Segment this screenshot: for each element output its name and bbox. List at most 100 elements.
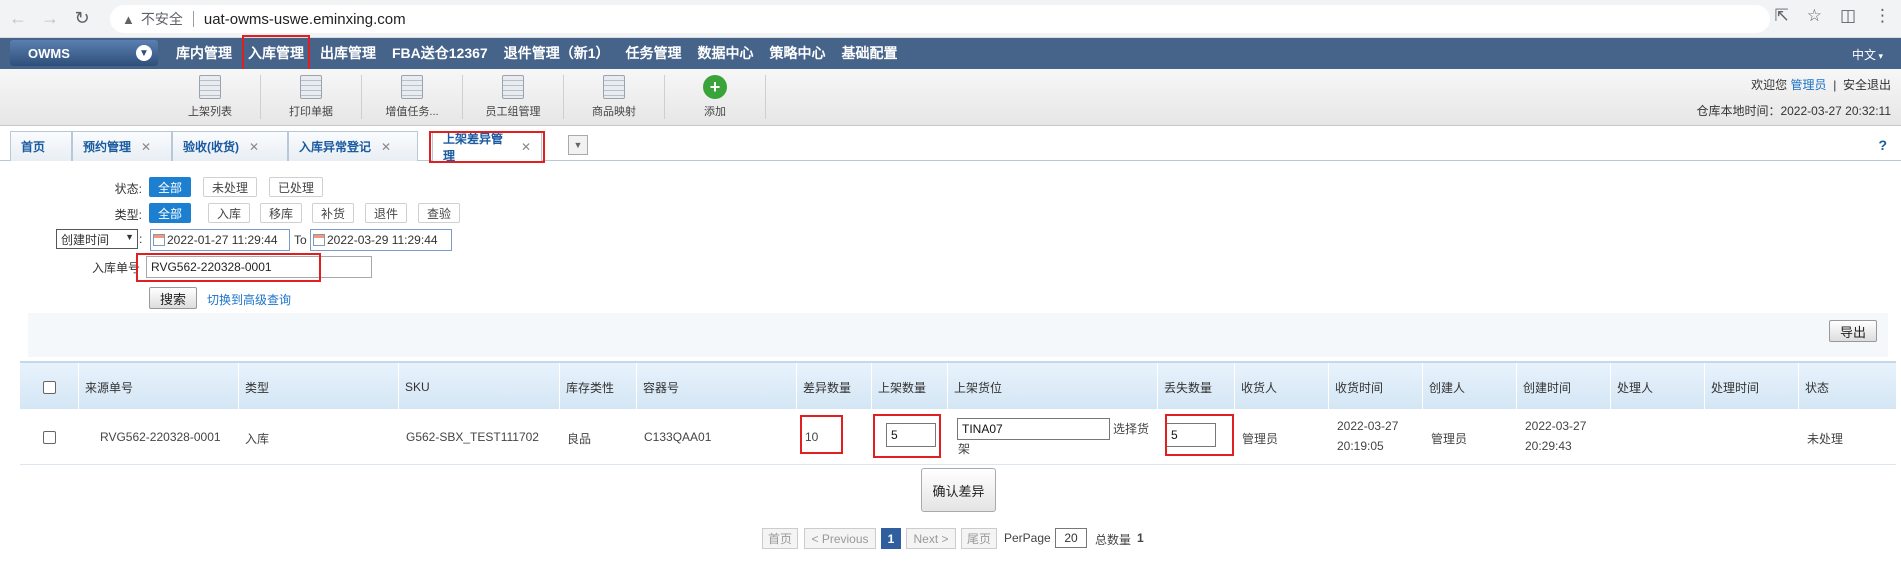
highlight-box — [136, 253, 321, 282]
logout-link[interactable]: 安全退出 — [1843, 78, 1891, 92]
app-menubar: OWMS ▼ 库内管理 入库管理 出库管理 FBA送仓12367 退件管理（新1… — [0, 35, 1901, 72]
menu-item-inventory[interactable]: 库内管理 — [168, 38, 240, 69]
cell-status: 未处理 — [1807, 432, 1844, 446]
date-to-input[interactable]: 2022-03-29 11:29:44 — [310, 229, 452, 251]
type-replenish[interactable]: 补货 — [312, 203, 355, 223]
col-receive-time: 收货时间 — [1328, 363, 1422, 411]
type-inspect[interactable]: 查验 — [418, 203, 461, 223]
col-location: 上架货位 — [947, 363, 1157, 411]
system-switcher[interactable]: OWMS ▼ — [10, 40, 158, 66]
star-icon[interactable]: ☆ — [1807, 6, 1822, 26]
forward-icon[interactable]: → — [36, 5, 64, 33]
highlight-box — [873, 414, 941, 458]
language-selector[interactable]: 中文 — [1852, 46, 1883, 63]
menu-item-config[interactable]: 基础配置 — [834, 38, 906, 69]
share-icon[interactable]: ⇱ — [1774, 6, 1788, 26]
type-transfer[interactable]: 移库 — [260, 203, 303, 223]
location-input[interactable]: TINA07 — [957, 418, 1110, 440]
close-icon[interactable]: ✕ — [381, 140, 391, 154]
close-icon[interactable]: ✕ — [141, 140, 151, 154]
user-link[interactable]: 管理员 — [1791, 78, 1827, 92]
tool-product-mapping[interactable]: 商品映射 — [564, 75, 664, 119]
more-icon[interactable]: ⋮ — [1874, 6, 1891, 26]
tool-print[interactable]: 打印单据 — [261, 75, 361, 119]
menu-item-inbound[interactable]: 入库管理 — [240, 35, 312, 72]
menu-item-fba[interactable]: FBA送仓12367 — [384, 38, 496, 69]
divider: | — [1833, 78, 1837, 92]
welcome-area: 欢迎您 管理员 | 安全退出 — [1751, 76, 1891, 93]
highlight-box — [429, 131, 545, 163]
menu-item-outbound[interactable]: 出库管理 — [312, 38, 384, 69]
cell-receiver: 管理员 — [1242, 432, 1279, 446]
pager-prev[interactable]: < Previous — [804, 528, 876, 549]
pager-first[interactable]: 首页 — [762, 528, 798, 549]
tool-label: 打印单据 — [289, 106, 333, 118]
type-return[interactable]: 退件 — [365, 203, 408, 223]
type-all[interactable]: 全部 — [149, 203, 192, 223]
divider — [192, 11, 194, 27]
cell-receive-date: 2022-03-27 — [1337, 419, 1399, 433]
tool-vas-tasks[interactable]: 增值任务... — [362, 75, 462, 119]
calendar-icon — [313, 234, 325, 246]
sidepanel-icon[interactable]: ◫ — [1840, 6, 1856, 26]
select-location-link[interactable]: 选择货 — [1113, 420, 1149, 437]
menu-item-tasks[interactable]: 任务管理 — [618, 38, 690, 69]
status-processed[interactable]: 已处理 — [269, 177, 324, 197]
table-header: 来源单号 类型 SKU 库存类性 容器号 差异数量 上架数量 上架货位 丢失数量… — [20, 361, 1896, 411]
tool-label: 上架列表 — [188, 106, 232, 118]
back-icon[interactable]: ← — [4, 5, 32, 33]
tool-putaway-list[interactable]: 上架列表 — [160, 75, 260, 119]
order-no-label: 入库单号 — [91, 261, 140, 275]
menu-item-returns[interactable]: 退件管理（新1） — [496, 38, 618, 69]
search-button[interactable]: 搜索 — [149, 287, 197, 309]
col-stock-type: 库存类性 — [559, 363, 636, 411]
pager-current[interactable]: 1 — [881, 528, 901, 549]
warehouse-time: 仓库本地时间：2022-03-27 20:32:11 — [1696, 102, 1891, 119]
menu-item-data-center[interactable]: 数据中心 — [690, 38, 762, 69]
tool-label: 添加 — [704, 106, 726, 118]
welcome-text: 欢迎您 — [1751, 78, 1788, 92]
logo-text: OWMS — [28, 45, 70, 61]
date-from-input[interactable]: 2022-01-27 11:29:44 — [150, 229, 290, 251]
status-unprocessed[interactable]: 未处理 — [203, 177, 258, 197]
pager-next[interactable]: Next > — [906, 528, 956, 549]
advanced-search-link[interactable]: 切换到高级查询 — [207, 291, 291, 308]
col-source-no: 来源单号 — [78, 363, 238, 411]
select-all-checkbox[interactable] — [42, 380, 56, 394]
tool-staff-groups[interactable]: 员工组管理 — [463, 75, 563, 119]
list-icon — [199, 75, 221, 99]
tab-home[interactable]: 首页 — [10, 131, 72, 161]
status-all[interactable]: 全部 — [149, 177, 192, 197]
select-value: 创建时间 — [61, 232, 110, 247]
col-status: 状态 — [1798, 363, 1896, 411]
confirm-diff-button[interactable]: 确认差异 — [921, 468, 996, 512]
export-button[interactable]: 导出 — [1829, 320, 1877, 342]
divider — [765, 75, 766, 119]
address-bar[interactable]: ▲ 不安全 uat-owms-uswe.eminxing.com — [110, 5, 1770, 33]
highlight-box — [800, 415, 843, 454]
col-putaway-qty: 上架数量 — [871, 363, 947, 411]
tab-appointments[interactable]: 预约管理 ✕ — [72, 131, 172, 161]
help-icon[interactable]: ? — [1878, 137, 1887, 153]
reload-icon[interactable]: ↻ — [68, 5, 96, 33]
total-value: 1 — [1137, 531, 1144, 545]
browser-bar: ← → ↻ ▲ 不安全 uat-owms-uswe.eminxing.com ⇱… — [0, 0, 1901, 38]
tool-add[interactable]: + 添加 — [665, 75, 765, 119]
time-field-select[interactable]: 创建时间 ▼ — [56, 229, 138, 249]
pager-last[interactable]: 尾页 — [961, 528, 997, 549]
tab-inbound-exceptions[interactable]: 入库异常登记 ✕ — [288, 131, 418, 161]
type-inbound[interactable]: 入库 — [208, 203, 251, 223]
perpage-input[interactable]: 20 — [1055, 528, 1087, 548]
tab-dropdown-icon[interactable]: ▼ — [568, 135, 588, 155]
security-label: 不安全 — [140, 11, 183, 27]
source-no-link[interactable]: RVG562-220328-0001 — [100, 430, 221, 444]
col-lost-qty: 丢失数量 — [1157, 363, 1234, 411]
cell-create-date: 2022-03-27 — [1525, 419, 1587, 433]
row-checkbox[interactable] — [43, 431, 56, 444]
close-icon[interactable]: ✕ — [249, 140, 259, 154]
tab-receiving[interactable]: 验收(收货) ✕ — [172, 131, 288, 161]
select-location-link-wrap[interactable]: 架 — [958, 440, 970, 457]
menu-item-strategy[interactable]: 策略中心 — [762, 38, 834, 69]
total-label: 总数量 — [1095, 533, 1132, 547]
tab-label: 预约管理 — [83, 140, 132, 154]
